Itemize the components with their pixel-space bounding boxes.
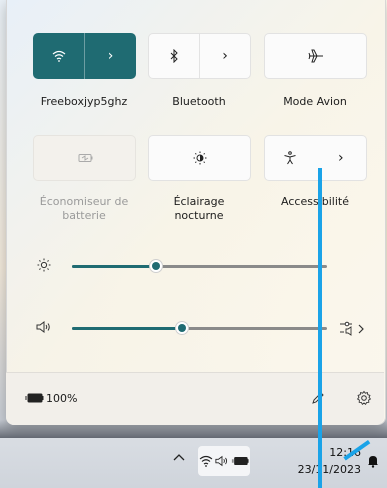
airplane-mode-tile[interactable] (264, 33, 367, 79)
taskbar: 12:16 23/11/2023 (0, 438, 387, 488)
audio-output-icon[interactable] (338, 320, 368, 336)
system-tray-group[interactable] (198, 446, 250, 476)
volume-slider-row (0, 316, 387, 340)
clock-date: 23/11/2023 (297, 463, 361, 476)
chevron-right-icon: › (222, 48, 228, 64)
accessibility-toggle-button[interactable] (265, 136, 316, 180)
brightness-icon (37, 258, 51, 272)
tile-label-battery-saver: Économiseur de batterie (39, 195, 129, 222)
tile-label-bluetooth: Bluetooth (172, 95, 226, 108)
volume-fill (72, 327, 182, 330)
chevron-up-icon[interactable] (173, 453, 185, 461)
tile-label-night-light: Éclairage nocturne (173, 195, 225, 222)
battery-saver-icon (76, 153, 94, 163)
gear-icon[interactable] (356, 390, 372, 406)
night-light-tile[interactable] (148, 135, 251, 181)
annotation-line-vertical (318, 168, 322, 488)
wifi-tile[interactable]: › (33, 33, 136, 79)
wifi-expand-button[interactable]: › (85, 33, 136, 79)
battery-icon[interactable] (24, 392, 44, 404)
taskbar-clock[interactable]: 12:16 23/11/2023 (298, 444, 361, 478)
brightness-slider-thumb[interactable] (149, 259, 163, 273)
wifi-toggle-button[interactable] (33, 33, 84, 79)
accessibility-icon (283, 151, 297, 165)
tile-label-accessibility: Accessibilité (281, 195, 349, 208)
airplane-icon (308, 49, 324, 63)
brightness-fill (72, 265, 156, 268)
battery-icon (231, 455, 249, 467)
chevron-right-icon: › (337, 150, 344, 166)
bluetooth-toggle-button[interactable] (149, 34, 199, 78)
tile-label-wifi: Freeboxjyp5ghz (40, 95, 128, 108)
brightness-slider-row (0, 254, 387, 278)
battery-saver-tile (33, 135, 136, 181)
bell-icon[interactable] (367, 454, 379, 468)
wifi-icon (199, 455, 213, 467)
speaker-icon (215, 455, 229, 467)
tile-label-airplane: Mode Avion (283, 95, 347, 108)
bluetooth-icon (169, 49, 179, 63)
volume-slider-thumb[interactable] (175, 321, 189, 335)
battery-percentage[interactable]: 100% (46, 392, 77, 405)
chevron-right-icon: › (107, 48, 114, 64)
accessibility-expand-button[interactable]: › (316, 136, 367, 180)
accessibility-tile[interactable]: › (264, 135, 367, 181)
bluetooth-expand-button[interactable]: › (200, 34, 250, 78)
speaker-icon[interactable] (36, 321, 52, 333)
night-light-icon (193, 151, 207, 165)
wifi-icon (52, 50, 66, 62)
bluetooth-tile[interactable]: › (148, 33, 251, 79)
